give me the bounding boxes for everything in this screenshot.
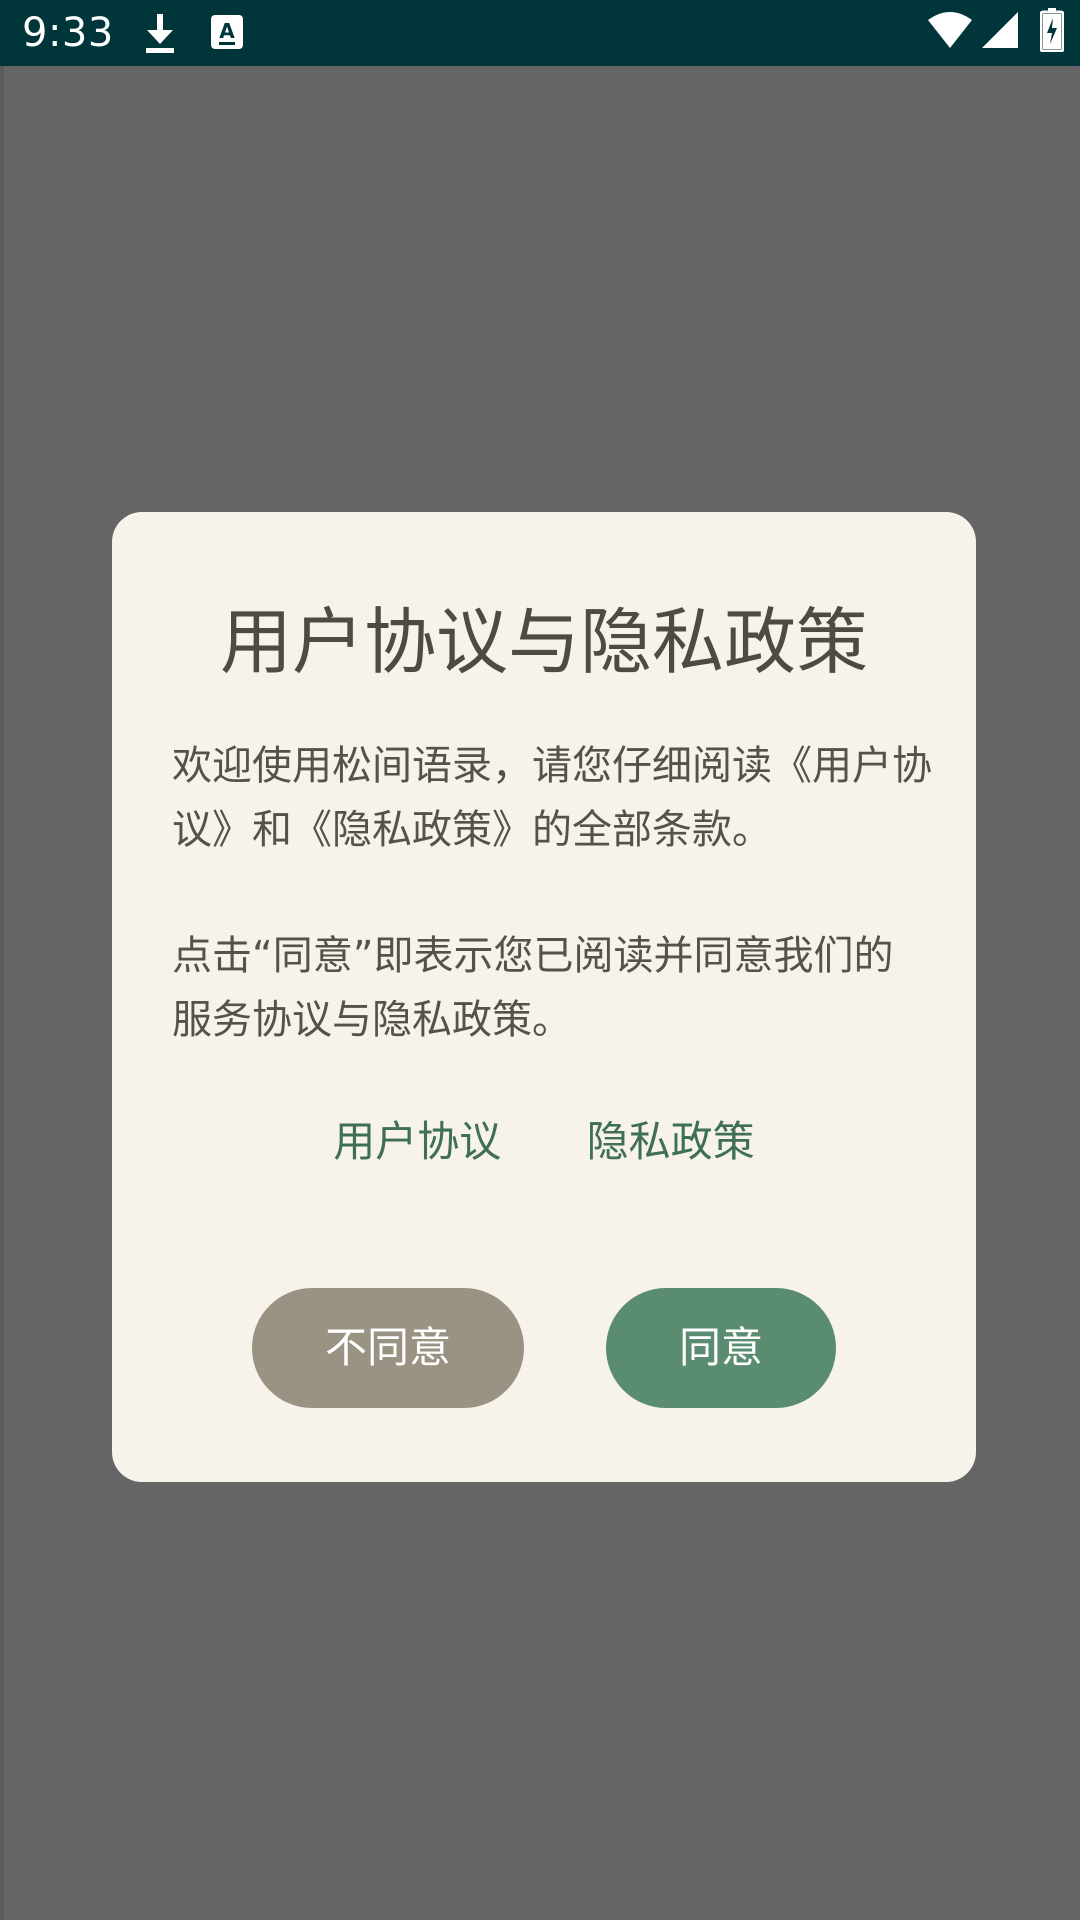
download-icon bbox=[146, 14, 174, 53]
user-agreement-link[interactable]: 用户协议 bbox=[333, 1112, 501, 1172]
privacy-policy-link[interactable]: 隐私政策 bbox=[587, 1112, 755, 1172]
background-app-edge bbox=[0, 66, 4, 1920]
status-bar: 9:33 A bbox=[0, 0, 1080, 66]
accept-button[interactable]: 同意 bbox=[606, 1288, 836, 1408]
decline-button[interactable]: 不同意 bbox=[252, 1288, 524, 1408]
dialog-title: 用户协议与隐私政策 bbox=[219, 600, 868, 684]
svg-text:A: A bbox=[219, 19, 235, 43]
dialog-body: 欢迎使用松间语录，请您仔细阅读《用户协议》和《隐私政策》的全部条款。 点击“同意… bbox=[172, 734, 932, 1052]
wifi-icon bbox=[928, 12, 972, 48]
status-time: 9:33 bbox=[22, 10, 114, 56]
a-notification-icon: A bbox=[211, 15, 243, 49]
battery-charging-icon bbox=[1040, 8, 1064, 52]
agreement-dialog: 用户协议与隐私政策 欢迎使用松间语录，请您仔细阅读《用户协议》和《隐私政策》的全… bbox=[112, 512, 976, 1482]
signal-icon bbox=[982, 12, 1018, 48]
dialog-links: 用户协议 隐私政策 bbox=[112, 1112, 976, 1172]
dialog-paragraph-welcome: 欢迎使用松间语录，请您仔细阅读《用户协议》和《隐私政策》的全部条款。 bbox=[172, 743, 932, 853]
dialog-paragraph-consent: 点击“同意”即表示您已阅读并同意我们的服务协议与隐私政策。 bbox=[172, 933, 894, 1043]
